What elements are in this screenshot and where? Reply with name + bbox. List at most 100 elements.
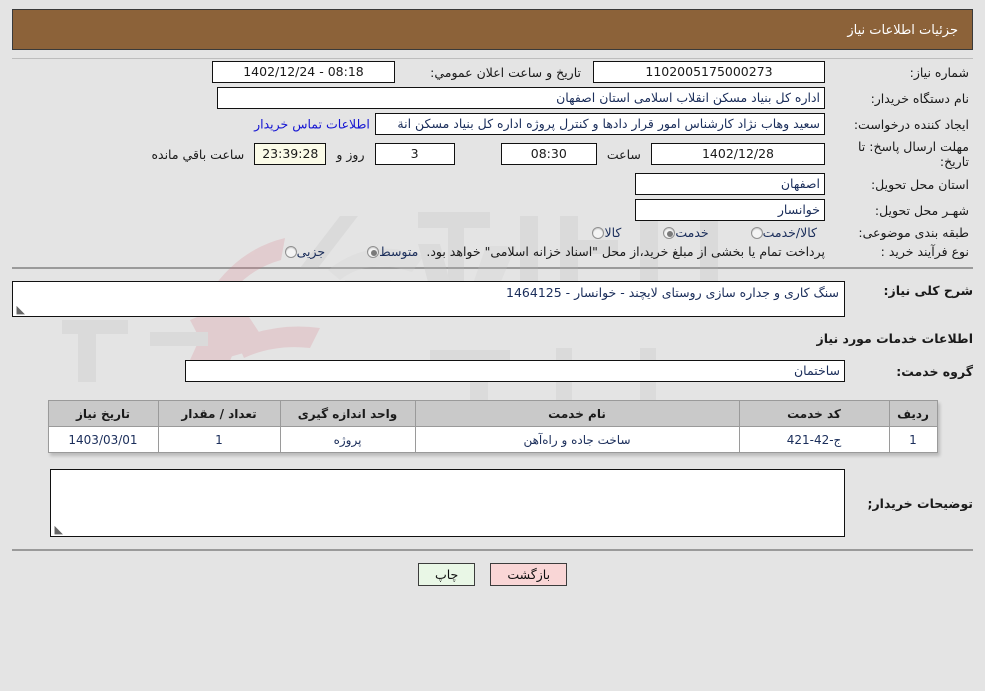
announce-label: تاریخ و ساعت اعلان عمومي: <box>430 64 581 80</box>
category-option-khedmat[interactable]: خدمت <box>663 225 716 240</box>
process-option-jozei[interactable]: جزیی <box>284 244 334 259</box>
row-category: طبقه بندی موضوعی: کالا خدمت کالا/خدمت <box>12 223 973 242</box>
row-creator: ایجاد کننده درخواست: سعید وهاب نژاد کارش… <box>12 111 973 137</box>
buyer-notes-grid: توضیحات خریدار; ◣ <box>12 467 973 539</box>
need-details-panel: شماره نیاز: 1102005175000273 تاریخ و ساع… <box>12 58 973 261</box>
province-input[interactable]: اصفهان <box>635 173 825 195</box>
announce-cell: 08:18 - 1402/12/24 <box>12 59 395 85</box>
process-note: پرداخت تمام یا بخشی از مبلغ خرید،از محل … <box>426 244 825 259</box>
resize-grip-icon[interactable]: ◣ <box>53 524 63 535</box>
province-label: استان محل تحویل: <box>870 176 969 192</box>
creator-label: ایجاد کننده درخواست: <box>853 116 969 132</box>
cell-date: 1403/03/01 <box>47 426 159 453</box>
process-option-label: جزیی <box>296 244 326 259</box>
row-service-group: گروه خدمت: ساختمان <box>12 358 973 384</box>
remaining-days-label: روز و <box>336 146 365 162</box>
creator-input[interactable]: سعید وهاب نژاد کارشناس امور قرار دادها و… <box>375 113 825 135</box>
creator-cell: سعید وهاب نژاد کارشناس امور قرار دادها و… <box>12 111 825 137</box>
service-group-cell: ساختمان <box>12 358 845 384</box>
radio-selected-icon[interactable] <box>367 245 380 258</box>
description-grid: شرح کلی نیاز: سنگ کاری و جداره سازی روست… <box>12 279 973 319</box>
deadline-hour-input[interactable]: 08:30 <box>500 143 597 165</box>
need-number-input[interactable]: 1102005175000273 <box>593 61 825 83</box>
deadline-cell: 1402/12/28 ساعت 08:30 3 روز و 23:39:28 س… <box>12 137 825 171</box>
radio-icon[interactable] <box>750 226 763 239</box>
print-button[interactable]: چاپ <box>417 563 476 586</box>
description-cell: سنگ کاری و جداره سازی روستای لایچند - خو… <box>12 279 845 319</box>
deadline-date-input[interactable]: 1402/12/28 <box>651 143 825 165</box>
buyer-org-label: نام دستگاه خریدار: <box>870 90 969 106</box>
row-province: استان محل تحویل: اصفهان <box>12 171 973 197</box>
category-option-label: خدمت <box>675 225 709 240</box>
category-option-label: کالا/خدمت <box>762 225 817 240</box>
buyer-org-cell: اداره کل بنیاد مسکن انقلاب اسلامی استان … <box>12 85 825 111</box>
city-input[interactable]: خوانسار <box>635 199 825 221</box>
row-buyer-org: نام دستگاه خریدار: اداره کل بنیاد مسکن ا… <box>12 85 973 111</box>
col-name: نام خدمت <box>414 400 740 427</box>
description-textarea[interactable]: سنگ کاری و جداره سازی روستای لایچند - خو… <box>12 281 845 317</box>
services-section-title: اطلاعات خدمات مورد نیاز <box>816 331 974 346</box>
services-section: اطلاعات خدمات مورد نیاز گروه خدمت: ساختم… <box>12 331 973 384</box>
cell-code: ج-42-421 <box>738 426 890 453</box>
row-city: شهـر محل تحویل: خوانسار <box>12 197 973 223</box>
header-area: جزئیات اطلاعات نیاز <box>0 0 985 50</box>
col-index: ردیف <box>888 400 938 427</box>
cell-unit: پروژه <box>279 426 416 453</box>
description-label: شرح کلی نیاز: <box>883 283 973 298</box>
process-label: نوع فرآیند خرید : <box>880 244 969 259</box>
page-root: جزئیات اطلاعات نیاز شماره نیاز: 11020051… <box>0 0 985 691</box>
buyer-org-input[interactable]: اداره کل بنیاد مسکن انقلاب اسلامی استان … <box>217 87 825 109</box>
process-option-label: متوسط <box>379 244 419 259</box>
col-unit: واحد اندازه گیری <box>279 400 416 427</box>
services-table-wrap: ردیف کد خدمت نام خدمت واحد اندازه گیری ت… <box>12 400 973 453</box>
buyer-notes-textarea[interactable]: ◣ <box>50 469 845 537</box>
back-button[interactable]: بازگشت <box>490 563 568 586</box>
deadline-label: مهلت ارسال پاسخ: تا تاریخ: <box>858 139 969 169</box>
remaining-suffix-label: ساعت باقي مانده <box>151 146 245 162</box>
col-date: تاریخ نیاز <box>47 400 159 427</box>
category-option-kala[interactable]: کالا <box>592 225 629 240</box>
row-deadline: مهلت ارسال پاسخ: تا تاریخ: 1402/12/28 سا… <box>12 137 973 171</box>
row-buyer-notes: توضیحات خریدار; ◣ <box>12 467 973 539</box>
buyer-notes-label: توضیحات خریدار; <box>867 495 973 511</box>
services-table: ردیف کد خدمت نام خدمت واحد اندازه گیری ت… <box>47 400 938 453</box>
need-details-grid: شماره نیاز: 1102005175000273 تاریخ و ساع… <box>12 59 973 261</box>
buyer-notes-cell: ◣ <box>12 467 845 539</box>
category-cell: کالا خدمت کالا/خدمت <box>12 223 825 242</box>
remaining-days-input[interactable]: 3 <box>374 143 455 165</box>
col-code: کد خدمت <box>738 400 890 427</box>
table-row: 1 ج-42-421 ساخت جاده و راه‌آهن پروژه 1 1… <box>47 426 938 453</box>
row-description: شرح کلی نیاز: سنگ کاری و جداره سازی روست… <box>12 279 973 319</box>
service-group-grid: گروه خدمت: ساختمان <box>12 358 973 384</box>
radio-selected-icon[interactable] <box>663 226 676 239</box>
radio-icon[interactable] <box>284 245 297 258</box>
city-cell: خوانسار <box>12 197 825 223</box>
cell-quantity: 1 <box>157 426 281 453</box>
need-number-cell: 1102005175000273 <box>585 59 825 85</box>
buyer-contact-link[interactable]: اطلاعات تماس خریدار <box>254 117 370 132</box>
category-label: طبقه بندی موضوعی: <box>858 225 969 240</box>
buyer-notes-section: توضیحات خریدار; ◣ <box>12 467 973 539</box>
page-title: جزئیات اطلاعات نیاز <box>12 9 973 50</box>
row-need-number: شماره نیاز: 1102005175000273 تاریخ و ساع… <box>12 59 973 85</box>
category-option-kala-khedmat[interactable]: کالا/خدمت <box>750 225 825 240</box>
cell-name: ساخت جاده و راه‌آهن <box>414 426 740 453</box>
remaining-time-countdown: 23:39:28 <box>254 143 327 165</box>
process-option-motavaset[interactable]: متوسط <box>367 244 426 259</box>
deadline-hour-label: ساعت <box>606 146 641 162</box>
cell-index: 1 <box>888 426 938 453</box>
divider-top <box>12 267 973 269</box>
footer-buttons: بازگشت چاپ <box>0 551 985 586</box>
need-number-label: شماره نیاز: <box>909 64 969 80</box>
radio-icon[interactable] <box>592 226 605 239</box>
process-cell: جزیی متوسط پرداخت تمام یا بخشی از مبلغ خ… <box>12 242 825 261</box>
announce-input[interactable]: 08:18 - 1402/12/24 <box>212 61 395 83</box>
row-process-type: نوع فرآیند خرید : جزیی متوسط پرداخت تمام… <box>12 242 973 261</box>
category-radio-group: کالا خدمت کالا/خدمت <box>12 225 825 240</box>
category-option-label: کالا <box>604 225 622 240</box>
service-group-label: گروه خدمت: <box>896 363 973 379</box>
process-radio-group: جزیی متوسط پرداخت تمام یا بخشی از مبلغ خ… <box>12 244 825 259</box>
service-group-input[interactable]: ساختمان <box>185 360 845 382</box>
resize-grip-icon[interactable]: ◣ <box>15 304 25 315</box>
province-cell: اصفهان <box>12 171 825 197</box>
